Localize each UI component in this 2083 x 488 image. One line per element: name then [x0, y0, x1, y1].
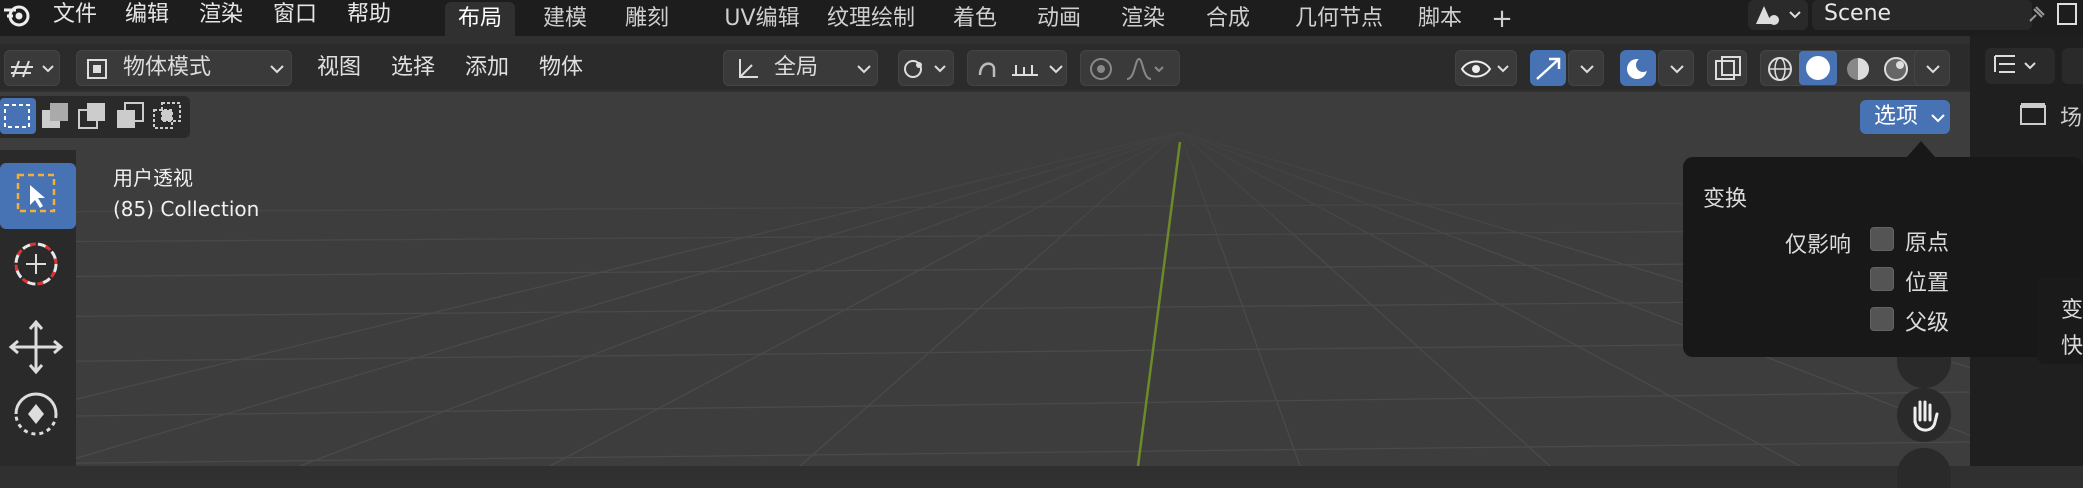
add-workspace-button[interactable]: +: [1487, 2, 1517, 36]
tab-sculpting[interactable]: 雕刻: [612, 2, 682, 36]
options-label: 选项: [1874, 104, 1919, 129]
tab-texture-paint[interactable]: 纹理绘制: [818, 2, 924, 36]
affect-locations-label: 位置: [1905, 271, 1950, 296]
view-name: 用户透视: [113, 166, 193, 190]
chevron-down-icon: [1930, 110, 1946, 130]
select-invert-icon[interactable]: [113, 98, 149, 138]
tab-animation[interactable]: 动画: [1024, 2, 1094, 36]
tab-rendering[interactable]: 渲染: [1108, 2, 1178, 36]
material-preview-icon[interactable]: [1843, 54, 1873, 88]
tab-uv-editing[interactable]: UV编辑: [702, 2, 822, 36]
solid-shading-icon[interactable]: [1799, 51, 1837, 85]
select-intersect-icon[interactable]: [150, 98, 186, 138]
gizmo-toggle-button[interactable]: [1530, 50, 1566, 86]
overlays-dropdown[interactable]: [1658, 50, 1694, 86]
affect-parents-checkbox[interactable]: [1870, 307, 1894, 331]
options-button[interactable]: 选项: [1860, 100, 1950, 134]
chevron-down-icon: [856, 61, 872, 81]
menu-render[interactable]: 渲染: [199, 0, 243, 30]
chevron-down-icon: [1048, 61, 1064, 81]
tab-layout[interactable]: 布局: [445, 2, 515, 36]
tab-modeling[interactable]: 建模: [530, 2, 600, 36]
snap-toggle-icon[interactable]: [972, 55, 1002, 87]
options-popover: 变换 仅影响 原点 位置 父级: [1683, 141, 2083, 357]
overlays-toggle-button[interactable]: [1620, 50, 1656, 86]
3d-viewport[interactable]: 用户透视 (85) Collection: [0, 92, 1970, 466]
menu-object[interactable]: 物体: [539, 50, 583, 86]
scene-name-field[interactable]: Scene: [1812, 0, 2045, 30]
select-extend-icon[interactable]: [38, 98, 74, 138]
xray-toggle-button[interactable]: [1707, 50, 1747, 86]
pin-icon[interactable]: [2024, 3, 2048, 31]
outliner-scene-label: 场: [2060, 106, 2083, 131]
transform-orientation-dropdown[interactable]: 全局: [723, 50, 878, 86]
editor-type-button[interactable]: [4, 50, 60, 86]
active-collection-info: (85) Collection: [113, 197, 260, 221]
transform-section-title: 变换: [1703, 187, 1748, 212]
orientation-label: 全局: [774, 55, 819, 80]
menu-file[interactable]: 文件: [53, 0, 97, 30]
visibility-dropdown[interactable]: [1455, 50, 1517, 86]
affect-origins-checkbox[interactable]: [1870, 227, 1894, 251]
outliner-filter-icon[interactable]: [2062, 48, 2083, 84]
scene-name: Scene: [1824, 1, 1892, 26]
snap-increment-icon[interactable]: [1010, 57, 1040, 85]
blender-logo-icon[interactable]: [2, 0, 32, 30]
pivot-point-button[interactable]: [898, 50, 954, 86]
tab-shading[interactable]: 着色: [940, 2, 1010, 36]
rotate-tool[interactable]: [0, 380, 76, 446]
side-popup-text-1: 变: [2061, 298, 2083, 323]
shading-dropdown[interactable]: [1914, 50, 1950, 86]
new-scene-icon[interactable]: [2054, 0, 2083, 30]
tab-compositing[interactable]: 合成: [1193, 2, 1263, 36]
mode-label: 物体模式: [123, 55, 212, 80]
menu-add[interactable]: 添加: [465, 50, 509, 86]
shading-mode-group[interactable]: [1760, 50, 1926, 86]
cursor-tool[interactable]: [0, 230, 76, 296]
affect-parents-label: 父级: [1905, 311, 1950, 336]
proportional-editing-group[interactable]: [1080, 50, 1180, 86]
scene-type-button[interactable]: [1748, 0, 1808, 30]
snapping-group[interactable]: [967, 50, 1067, 86]
rendered-shading-icon[interactable]: [1881, 54, 1911, 88]
menu-view[interactable]: 视图: [317, 50, 361, 86]
chevron-down-icon: [269, 61, 285, 81]
proportional-editing-icon[interactable]: [1087, 55, 1115, 87]
affect-only-label: 仅影响: [1785, 233, 1852, 258]
wireframe-shading-icon[interactable]: [1765, 54, 1795, 88]
select-new-icon[interactable]: [0, 98, 36, 134]
falloff-icon[interactable]: [1125, 55, 1165, 87]
outliner-editor-type-button[interactable]: [1985, 48, 2055, 84]
mode-dropdown[interactable]: 物体模式: [76, 50, 292, 86]
select-box-tool[interactable]: [0, 163, 76, 229]
pan-hand-icon[interactable]: [1897, 388, 1951, 442]
tab-scripting[interactable]: 脚本: [1405, 2, 1475, 36]
object-mode-icon: [85, 57, 109, 85]
select-subtract-icon[interactable]: [75, 98, 111, 138]
popover-arrow: [1907, 141, 1935, 157]
side-popup-partial: 变 快: [2037, 278, 2083, 364]
scene-collection-icon: [2018, 100, 2048, 134]
gizmo-dropdown[interactable]: [1568, 50, 1604, 86]
move-tool[interactable]: [0, 313, 76, 379]
menu-edit[interactable]: 编辑: [125, 0, 169, 30]
menu-help[interactable]: 帮助: [347, 0, 391, 30]
affect-origins-label: 原点: [1905, 231, 1950, 256]
side-popup-text-2: 快: [2061, 334, 2083, 359]
orientation-icon: [734, 55, 762, 87]
menu-window[interactable]: 窗口: [273, 0, 317, 30]
menu-select[interactable]: 选择: [391, 50, 435, 86]
affect-locations-checkbox[interactable]: [1870, 267, 1894, 291]
tab-geometry-nodes[interactable]: 几何节点: [1284, 2, 1394, 36]
